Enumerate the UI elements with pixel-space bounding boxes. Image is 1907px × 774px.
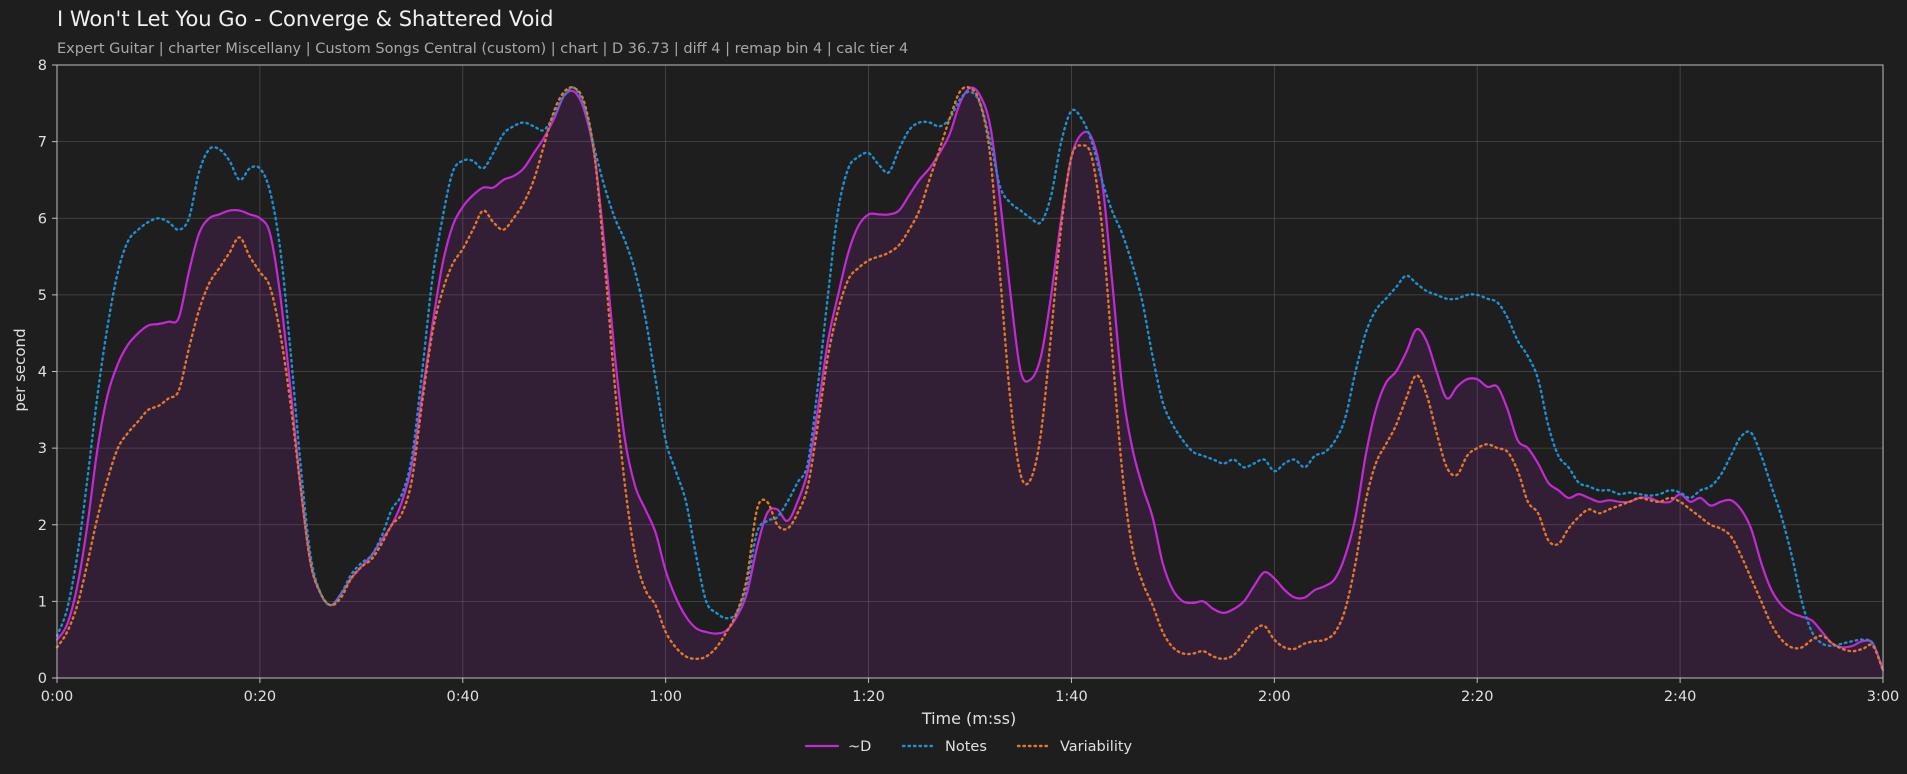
y-tick-label: 1 [38, 594, 47, 610]
legend: ~D Notes Variability [804, 739, 1133, 755]
x-axis-ticks: 0:00 0:20 0:40 1:00 1:20 1:40 2:00 2:20 2:40 3:00 [41, 678, 1900, 705]
x-tick-label: 1:00 [649, 689, 682, 705]
line-chart: 0:00 0:20 0:40 1:00 1:20 1:40 2:00 2:20 2:40 3:00… [11, 58, 1900, 755]
series-d-area [57, 87, 1883, 678]
x-axis-label: Time (m:ss) [921, 709, 1016, 728]
x-tick-label: 0:00 [41, 689, 74, 705]
x-tick-label: 0:40 [446, 689, 479, 705]
x-tick-label: 3:00 [1867, 689, 1900, 705]
x-tick-label: 1:40 [1055, 689, 1088, 705]
y-tick-label: 0 [38, 671, 47, 687]
legend-notes-label: Notes [945, 739, 987, 755]
d-area-fill [57, 87, 1883, 678]
legend-variability-label: Variability [1060, 739, 1133, 755]
y-tick-label: 4 [38, 365, 47, 381]
x-tick-label: 2:20 [1461, 689, 1494, 705]
legend-d-label: ~D [848, 739, 871, 755]
y-tick-label: 6 [38, 211, 47, 227]
y-tick-label: 8 [38, 58, 47, 74]
y-tick-label: 2 [38, 518, 47, 534]
y-tick-label: 7 [38, 135, 47, 151]
x-tick-label: 2:40 [1664, 689, 1697, 705]
x-tick-label: 2:00 [1258, 689, 1291, 705]
y-axis-ticks: 0 1 2 3 4 5 6 7 8 [38, 58, 57, 687]
x-tick-label: 1:20 [852, 689, 885, 705]
y-tick-label: 5 [38, 288, 47, 304]
x-tick-label: 0:20 [244, 689, 277, 705]
y-axis-label: per second [11, 328, 29, 411]
y-tick-label: 3 [38, 441, 47, 457]
